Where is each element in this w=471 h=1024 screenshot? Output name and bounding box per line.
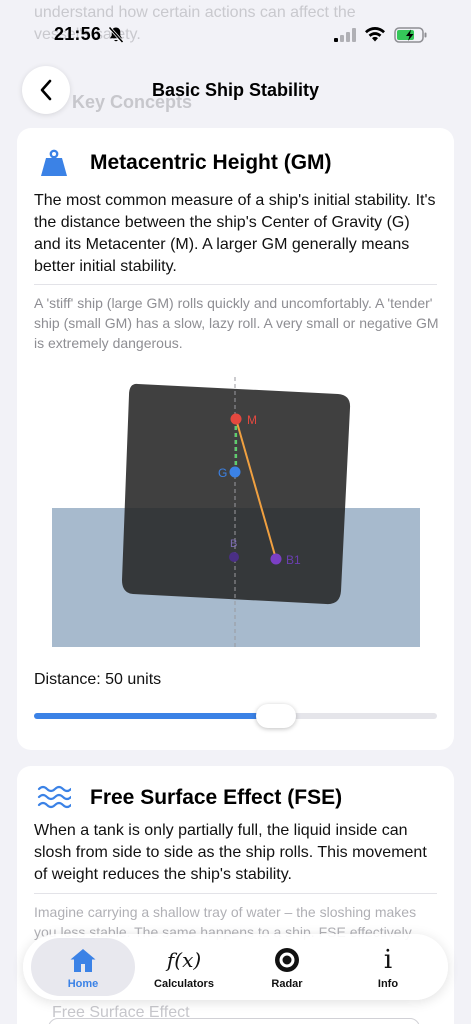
tab-label: Calculators (154, 978, 214, 990)
status-time: 21:56 (54, 24, 102, 44)
faded-bottom-box (48, 1018, 420, 1024)
card-title: Free Surface Effect (FSE) (90, 786, 343, 809)
function-icon: f(x) (166, 948, 202, 972)
radar-icon (273, 946, 301, 974)
tab-label: Radar (271, 978, 303, 990)
metacenter-label: M (247, 413, 257, 427)
cellular-signal-icon (334, 28, 356, 42)
tab-label: Home (67, 978, 99, 990)
buoyancy-shifted-label: B1 (286, 553, 301, 567)
waves-icon (37, 785, 71, 809)
buoyancy-label: B (230, 538, 237, 550)
status-bar: 21:56 (0, 0, 471, 62)
house-icon (69, 946, 97, 974)
tab-calculators[interactable]: f(x) Calculators (132, 938, 236, 996)
tab-label: Info (377, 978, 399, 990)
gravity-label: G (218, 466, 227, 480)
bell-slash-icon (108, 26, 124, 44)
buoyancy-shifted-point (270, 553, 282, 565)
tab-home[interactable]: Home (31, 938, 135, 996)
stability-diagram: M G B B1 (52, 377, 420, 647)
navigation-bar: Key Concepts Basic Ship Stability (0, 62, 471, 118)
card-description: When a tank is only partially full, the … (34, 822, 427, 883)
tab-bar: Home f(x) Calculators Radar i Info (23, 934, 448, 1000)
tab-info[interactable]: i Info (336, 938, 440, 996)
card-description: The most common measure of a ship's init… (34, 192, 436, 275)
gravity-point (229, 466, 241, 478)
card-title: Metacentric Height (GM) (90, 151, 332, 174)
metacenter-point (230, 413, 242, 425)
info-icon: i (383, 945, 393, 975)
buoyancy-point (229, 552, 239, 562)
divider (34, 893, 437, 894)
metacentric-height-card: Metacentric Height (GM) The most common … (17, 128, 454, 750)
distance-slider[interactable] (34, 704, 437, 728)
battery-charging-icon (394, 27, 427, 43)
divider (34, 284, 437, 285)
card-note: A 'stiff' ship (large GM) rolls quickly … (34, 295, 439, 351)
page-title: Basic Ship Stability (151, 80, 320, 100)
slider-fill (34, 713, 276, 719)
distance-label: Distance: 50 units (34, 671, 162, 688)
slider-thumb[interactable] (255, 704, 296, 728)
weight-icon (41, 149, 67, 176)
tab-radar[interactable]: Radar (235, 938, 339, 996)
wifi-icon (365, 26, 385, 42)
